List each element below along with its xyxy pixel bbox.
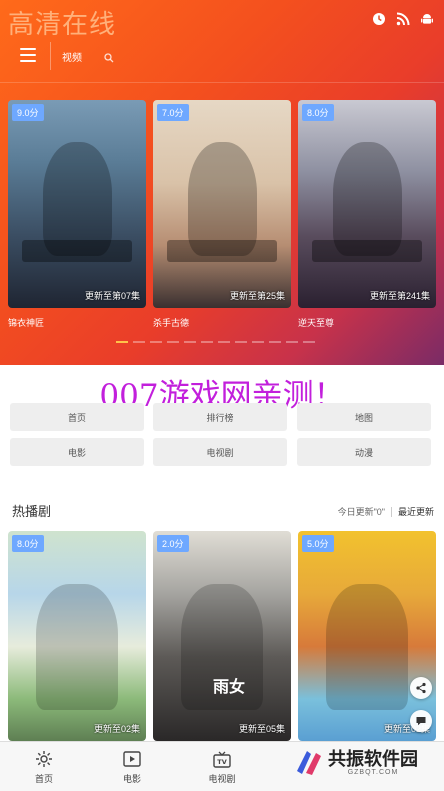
share-icon[interactable] (410, 677, 432, 699)
poster-title: 雨女 (213, 679, 246, 696)
top-icons (372, 12, 434, 26)
carousel-dot[interactable] (150, 341, 162, 343)
tab-home[interactable]: 首页 (14, 750, 74, 785)
drama-card[interactable]: 8.0分 更新至02集 (8, 531, 146, 741)
category-home[interactable]: 首页 (10, 403, 144, 431)
poster-art (42, 141, 112, 256)
brand-name: 共振软件园 (328, 748, 418, 769)
tv-icon: TV (192, 750, 252, 768)
carousel-dot[interactable] (235, 341, 247, 343)
poster-art (35, 583, 119, 710)
brand-logo-icon (297, 751, 321, 775)
poster-title[interactable]: 杀手古德 (153, 316, 189, 329)
nav-video-link[interactable]: 视频 (62, 49, 82, 64)
drama-card[interactable]: 2.0分 雨女 更新至05集 (153, 531, 291, 741)
carousel-dot[interactable] (116, 341, 128, 343)
carousel-dot[interactable] (167, 341, 179, 343)
poster-art (21, 240, 133, 263)
drama-card[interactable]: 5.0分 更新至02集 (298, 531, 436, 741)
episode-label: 更新至第25集 (229, 291, 285, 301)
category-map[interactable]: 地图 (297, 403, 431, 431)
tab-movie[interactable]: 电影 (102, 750, 162, 785)
rating-badge: 5.0分 (302, 535, 334, 552)
carousel-dot[interactable] (303, 341, 315, 343)
rating-badge: 7.0分 (157, 104, 189, 121)
nav-divider (50, 42, 51, 70)
episode-label: 更新至第241集 (369, 291, 430, 301)
tab-label: 电影 (122, 774, 141, 784)
carousel-dots (116, 341, 315, 343)
hero-banner: 高清在线 视频 9.0分 更新至第07集 7.0分 更新至第25集 8.0分 更… (0, 0, 444, 365)
latest-update-link[interactable]: 最近更新 (398, 505, 434, 518)
svg-text:TV: TV (217, 758, 226, 766)
carousel-dot[interactable] (184, 341, 196, 343)
poster-art (311, 240, 423, 263)
divider (390, 506, 392, 517)
movie-icon (102, 750, 162, 768)
episode-label: 更新至02集 (93, 724, 140, 734)
tab-label: 电视剧 (208, 774, 236, 784)
comment-icon[interactable] (410, 710, 432, 732)
carousel-dot[interactable] (133, 341, 145, 343)
clock-icon[interactable] (372, 12, 386, 26)
today-update-link[interactable]: 今日更新"0" (338, 505, 385, 518)
rating-badge: 8.0分 (302, 104, 334, 121)
app-logo: 高清在线 (8, 10, 117, 40)
search-icon[interactable] (104, 50, 114, 68)
category-ranking[interactable]: 排行榜 (153, 403, 287, 431)
episode-label: 更新至05集 (238, 724, 285, 734)
carousel-dot[interactable] (201, 341, 213, 343)
brand-url: GZBQT.COM (347, 768, 399, 776)
carousel-dot[interactable] (286, 341, 298, 343)
poster-art (166, 240, 278, 263)
section-title: 热播剧 (12, 504, 52, 519)
poster-title[interactable]: 锦衣神匠 (8, 316, 44, 329)
episode-label: 更新至第07集 (84, 291, 140, 301)
rating-badge: 2.0分 (157, 535, 189, 552)
menu-icon[interactable] (20, 48, 36, 62)
rss-icon[interactable] (396, 12, 410, 26)
category-tv[interactable]: 电视剧 (153, 438, 287, 466)
android-icon[interactable] (420, 12, 434, 26)
carousel-dot[interactable] (269, 341, 281, 343)
tab-tv[interactable]: TV 电视剧 (192, 750, 252, 785)
section-actions: 今日更新"0" 最近更新 (338, 505, 434, 518)
header-divider (0, 82, 444, 83)
carousel-dot[interactable] (218, 341, 230, 343)
brand-watermark: 共振软件园 GZBQT.COM (294, 747, 418, 777)
poster-art (325, 583, 409, 710)
rating-badge: 8.0分 (12, 535, 44, 552)
carousel-dot[interactable] (252, 341, 264, 343)
rating-badge: 9.0分 (12, 104, 44, 121)
carousel-poster[interactable]: 9.0分 更新至第07集 (8, 100, 146, 308)
tab-label: 首页 (34, 774, 53, 784)
carousel-poster[interactable]: 7.0分 更新至第25集 (153, 100, 291, 308)
poster-art (332, 141, 402, 256)
category-anime[interactable]: 动漫 (297, 438, 431, 466)
home-icon (14, 750, 74, 768)
poster-title[interactable]: 逆天至尊 (298, 316, 334, 329)
poster-art (187, 141, 257, 256)
carousel-poster[interactable]: 8.0分 更新至第241集 (298, 100, 436, 308)
category-movie[interactable]: 电影 (10, 438, 144, 466)
